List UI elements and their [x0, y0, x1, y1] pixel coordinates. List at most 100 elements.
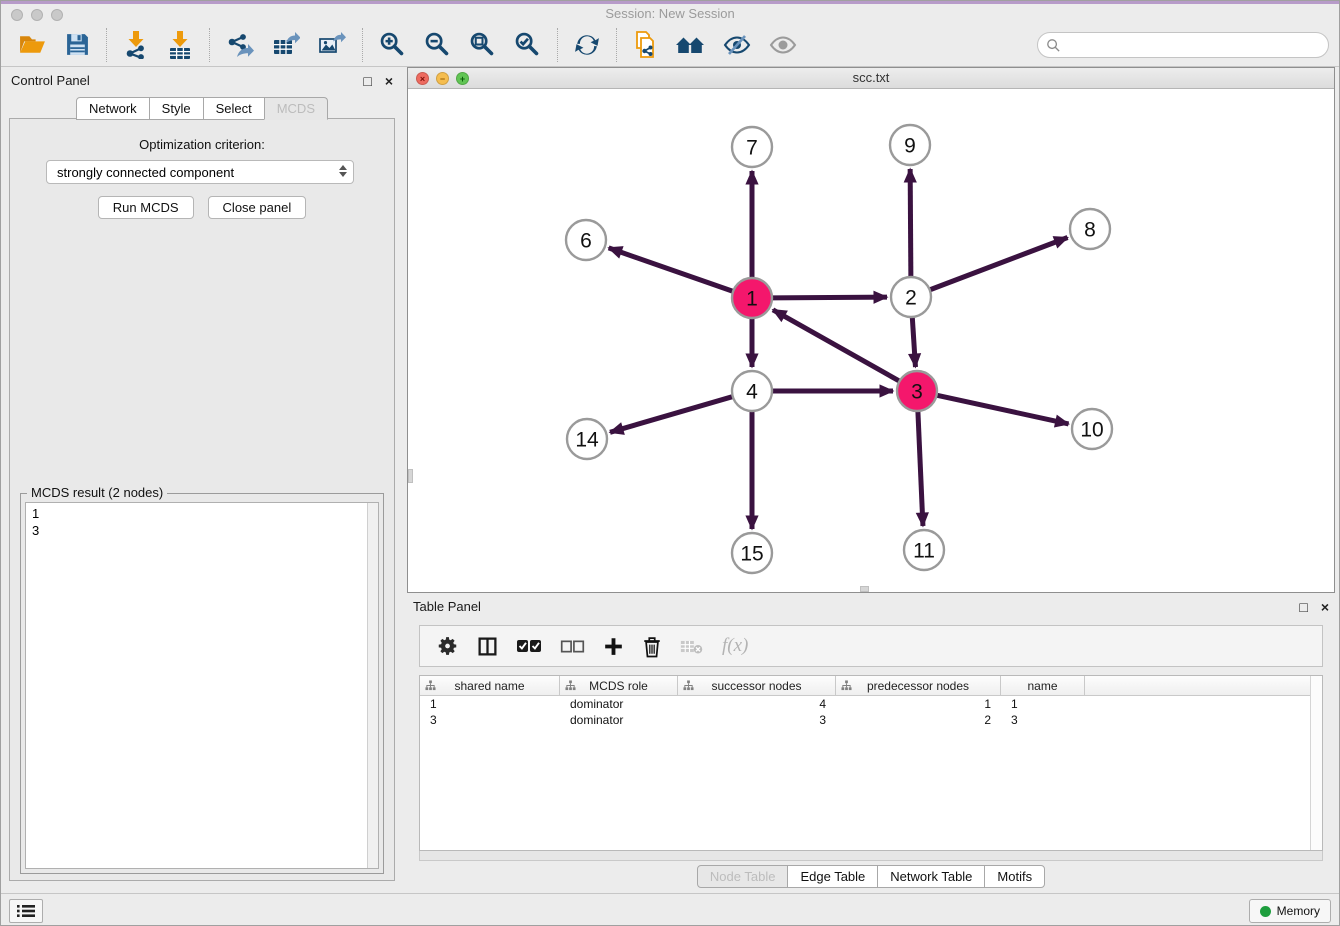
graph-node-8[interactable]: 8	[1070, 209, 1110, 249]
table-cell[interactable]: 1	[836, 696, 1001, 712]
show-hidden-button[interactable]	[760, 29, 806, 61]
close-table-panel-icon[interactable]: ×	[1319, 598, 1331, 616]
column-header-name[interactable]: name	[1001, 676, 1085, 696]
tab-style[interactable]: Style	[149, 97, 204, 120]
network-close-icon[interactable]: ×	[416, 72, 429, 85]
network-minimize-icon[interactable]: −	[436, 72, 449, 85]
zoom-selected-button[interactable]	[505, 27, 550, 62]
float-panel-icon[interactable]: □	[361, 72, 373, 90]
zoom-fit-button[interactable]	[460, 27, 505, 62]
mcds-result-text[interactable]: 1 3	[25, 502, 379, 869]
panel-divider-grip[interactable]	[860, 586, 869, 592]
application-window: Session: New Session Control Panel □ × N…	[0, 0, 1340, 926]
graph-node-15[interactable]: 15	[732, 533, 772, 573]
export-network-button[interactable]	[217, 28, 263, 62]
graph-node-11[interactable]: 11	[904, 530, 944, 570]
hide-selected-button[interactable]	[714, 29, 760, 61]
add-button[interactable]	[596, 633, 631, 660]
duplicate-network-button[interactable]	[624, 27, 666, 62]
column-header-successor-nodes[interactable]: successor nodes	[678, 676, 836, 696]
graph-edge-3-11[interactable]	[918, 411, 923, 526]
close-panel-icon[interactable]: ×	[383, 72, 395, 90]
graph-node-10[interactable]: 10	[1072, 409, 1112, 449]
graph-node-9[interactable]: 9	[890, 125, 930, 165]
table-row[interactable]: 3dominator323	[420, 712, 1322, 728]
panel-divider-grip[interactable]	[408, 469, 413, 483]
table-cell[interactable]: 2	[836, 712, 1001, 728]
refresh-button[interactable]	[565, 28, 609, 62]
table-cell[interactable]: dominator	[560, 712, 678, 728]
gear-button[interactable]	[430, 632, 466, 660]
table-cell[interactable]: 1	[1001, 696, 1085, 712]
toolbar-separator	[362, 28, 363, 62]
table-cell[interactable]: 3	[420, 712, 560, 728]
maximize-window-icon[interactable]	[51, 9, 63, 21]
table-cell[interactable]: 4	[678, 696, 836, 712]
zoom-in-button[interactable]	[370, 27, 415, 62]
graph-edge-3-1[interactable]	[773, 310, 900, 381]
graph-edge-4-14[interactable]	[610, 397, 733, 433]
minimize-window-icon[interactable]	[31, 9, 43, 21]
graph-edge-3-10[interactable]	[937, 395, 1069, 424]
network-canvas[interactable]: 7 9 6 8 1 2 4 3 14 10 15 11	[408, 89, 1334, 592]
export-table-button[interactable]	[263, 28, 309, 62]
tab-select[interactable]: Select	[203, 97, 265, 120]
close-window-icon[interactable]	[11, 9, 23, 21]
graph-edge-1-2[interactable]	[772, 297, 887, 298]
tab-edge-table[interactable]: Edge Table	[787, 865, 878, 888]
tab-mcds[interactable]: MCDS	[264, 97, 328, 120]
table-cell[interactable]: dominator	[560, 696, 678, 712]
graph-edge-2-3[interactable]	[912, 317, 915, 367]
graph-node-4[interactable]: 4	[732, 371, 772, 411]
table-cell[interactable]: 1	[420, 696, 560, 712]
memory-button[interactable]: Memory	[1249, 899, 1331, 923]
optimization-criterion-select[interactable]: strongly connected component	[46, 160, 354, 184]
export-image-button[interactable]	[309, 28, 355, 62]
column-header-mcds-role[interactable]: MCDS role	[560, 676, 678, 696]
open-file-button[interactable]	[9, 28, 56, 61]
task-history-button[interactable]	[9, 899, 43, 923]
home-button[interactable]	[666, 29, 714, 61]
deselect-all-button[interactable]	[553, 636, 592, 657]
graph-node-7[interactable]: 7	[732, 127, 772, 167]
network-maximize-icon[interactable]: +	[456, 72, 469, 85]
run-mcds-button[interactable]: Run MCDS	[98, 196, 194, 219]
tab-motifs[interactable]: Motifs	[984, 865, 1045, 888]
table-scrollbar[interactable]	[1310, 676, 1322, 850]
select-all-button[interactable]	[509, 635, 549, 657]
table-cell[interactable]: 3	[678, 712, 836, 728]
column-header-shared-name[interactable]: shared name	[420, 676, 560, 696]
toolbar-separator	[557, 28, 558, 62]
graph-edge-2-9[interactable]	[910, 169, 911, 277]
save-session-button[interactable]	[56, 28, 99, 61]
table-cell[interactable]: 3	[1001, 712, 1085, 728]
graph-edge-1-6[interactable]	[609, 248, 733, 291]
graph-node-1[interactable]: 1	[732, 278, 772, 318]
import-network-button[interactable]	[114, 27, 158, 63]
table-hscroll-track[interactable]	[419, 851, 1323, 861]
graph-node-6[interactable]: 6	[566, 220, 606, 260]
table-row[interactable]: 1dominator411	[420, 696, 1322, 712]
trash-button[interactable]	[635, 632, 669, 661]
network-window-titlebar[interactable]: × − + scc.txt	[408, 68, 1334, 89]
graph-node-3[interactable]: 3	[897, 371, 937, 411]
graph-edge-2-8[interactable]	[930, 238, 1068, 290]
zoom-out-button[interactable]	[415, 27, 460, 62]
search-input[interactable]	[1066, 38, 1320, 53]
close-panel-button[interactable]: Close panel	[208, 196, 307, 219]
column-label: predecessor nodes	[867, 679, 969, 693]
column-label: name	[1027, 679, 1057, 693]
export-image-icon	[318, 32, 346, 58]
tab-network[interactable]: Network	[76, 97, 150, 120]
float-table-panel-icon[interactable]: □	[1297, 598, 1309, 616]
result-scrollbar[interactable]	[367, 503, 378, 868]
graph-node-2[interactable]: 2	[891, 277, 931, 317]
graph-node-14[interactable]: 14	[567, 419, 607, 459]
column-header-predecessor-nodes[interactable]: predecessor nodes	[836, 676, 1001, 696]
tab-node-table[interactable]: Node Table	[697, 865, 789, 888]
toolbar-separator	[616, 28, 617, 62]
split-columns-button[interactable]	[470, 633, 505, 660]
search-box[interactable]	[1037, 32, 1329, 58]
import-table-button[interactable]	[158, 27, 202, 63]
tab-network-table[interactable]: Network Table	[877, 865, 985, 888]
